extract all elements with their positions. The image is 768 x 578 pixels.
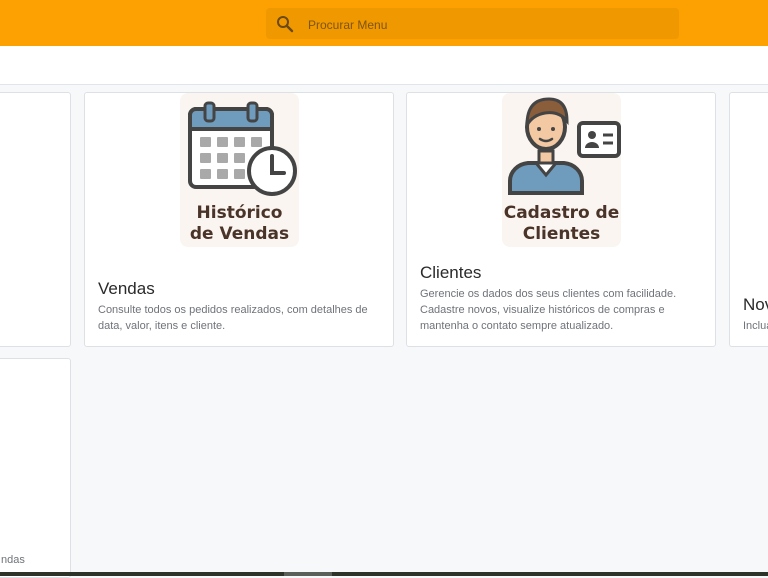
card-title: Nov [743, 295, 768, 314]
search-box[interactable] [266, 8, 679, 39]
card-clientes[interactable]: Cadastro de Clientes Clientes Gerencie o… [406, 92, 716, 347]
card-vendas[interactable]: Histórico de Vendas Vendas Consulte todo… [84, 92, 394, 347]
illustration-caption-line2: Clientes [522, 224, 601, 244]
partial-card-right[interactable]: Nov Inclua [729, 92, 768, 347]
top-bar [0, 0, 768, 46]
card-description: Gerencie os dados dos seus clientes com … [420, 288, 677, 332]
partial-card-bottom-left[interactable]: ndas [0, 358, 71, 578]
illustration-caption-line1: Histórico [196, 203, 283, 223]
card-title: Vendas [98, 279, 155, 298]
user-id-card-icon [507, 97, 621, 195]
card-description: Inclua [743, 320, 768, 332]
illustration-caption-line2: de Vendas [189, 224, 290, 244]
historico-vendas-illustration: Histórico de Vendas [180, 93, 299, 247]
search-icon [277, 16, 294, 33]
bottom-strip-highlight [284, 572, 332, 576]
bottom-strip [0, 572, 768, 576]
card-description: ndas [1, 554, 25, 566]
card-description: Consulte todos os pedidos realizados, co… [98, 304, 368, 332]
cadastro-clientes-illustration: Cadastro de Clientes [502, 93, 621, 247]
calendar-clock-icon [188, 101, 297, 196]
sub-header-bar [0, 46, 768, 85]
illustration-caption-line1: Cadastro de [503, 203, 620, 223]
partial-card-left[interactable] [0, 92, 71, 347]
search-input[interactable] [306, 14, 670, 36]
card-title: Clientes [420, 263, 482, 282]
